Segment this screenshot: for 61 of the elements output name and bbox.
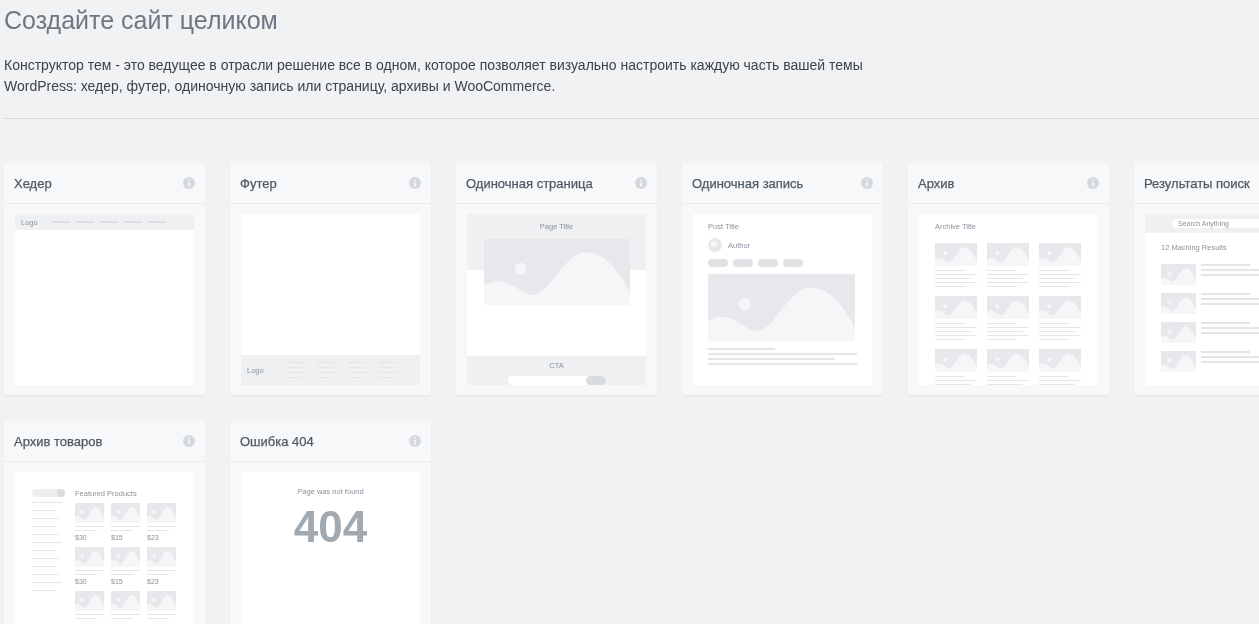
info-icon bbox=[409, 435, 421, 447]
card-title: Архив bbox=[918, 175, 955, 191]
card-title: Архив товаров bbox=[14, 433, 103, 449]
landscape-placeholder-drawing bbox=[75, 503, 104, 523]
avatar-icon bbox=[708, 238, 722, 252]
landscape-placeholder-drawing bbox=[1161, 264, 1196, 285]
text-lines-drawing bbox=[111, 570, 140, 575]
text-lines-drawing bbox=[111, 526, 140, 531]
landscape-placeholder-drawing bbox=[935, 243, 977, 266]
text-lines-drawing bbox=[1039, 323, 1081, 340]
landscape-placeholder-drawing bbox=[111, 503, 140, 523]
page-title: Создайте сайт целиком bbox=[4, 5, 279, 35]
text-lines-drawing bbox=[1201, 264, 1259, 276]
landscape-placeholder-drawing bbox=[1039, 296, 1081, 319]
card-title: Результаты поиск bbox=[1144, 175, 1250, 191]
landscape-placeholder-drawing bbox=[111, 591, 140, 611]
card-title: Хедер bbox=[14, 175, 52, 191]
card-title: Ошибка 404 bbox=[240, 433, 314, 449]
text-lines-drawing bbox=[987, 323, 1029, 340]
info-icon bbox=[1087, 177, 1099, 189]
landscape-placeholder-drawing bbox=[987, 296, 1029, 319]
error-code-text: 404 bbox=[293, 503, 368, 551]
landscape-placeholder-drawing bbox=[1039, 243, 1081, 266]
text-lines-drawing bbox=[1201, 293, 1259, 305]
landscape-placeholder-drawing bbox=[1161, 293, 1196, 314]
text-lines-drawing bbox=[1201, 322, 1259, 334]
landscape-placeholder-drawing bbox=[1039, 349, 1081, 372]
landscape-placeholder-drawing bbox=[147, 591, 176, 611]
landscape-placeholder-drawing bbox=[987, 349, 1029, 372]
landscape-placeholder-drawing bbox=[111, 547, 140, 567]
sidebar-search-drawing bbox=[32, 489, 65, 497]
landscape-placeholder-drawing bbox=[935, 349, 977, 372]
description-text: Конструктор тем - это ведущее в отрасли решение все в одном, которое позволяет визуально настроить каждую часть вашей темы WordPress: хедер, футер, одиночную запись или страницу, архивы и WooCommerce. bbox=[4, 56, 864, 96]
info-icon bbox=[183, 435, 195, 447]
text-lines-drawing bbox=[935, 323, 977, 340]
text-lines-drawing bbox=[147, 526, 176, 531]
text-lines-drawing bbox=[75, 526, 104, 531]
card-title: Одиночная страница bbox=[466, 175, 593, 191]
landscape-placeholder-drawing bbox=[1161, 351, 1196, 372]
landscape-placeholder-drawing bbox=[147, 547, 176, 567]
text-lines-drawing bbox=[75, 614, 104, 619]
text-lines-drawing bbox=[75, 570, 104, 575]
text-lines-drawing bbox=[1039, 270, 1081, 287]
landscape-placeholder-drawing bbox=[987, 243, 1029, 266]
card-title: Одиночная запись bbox=[692, 175, 804, 191]
text-lines-drawing bbox=[147, 570, 176, 575]
card-title: Футер bbox=[240, 175, 277, 191]
text-lines-drawing bbox=[935, 270, 977, 287]
landscape-placeholder-drawing bbox=[75, 547, 104, 567]
landscape-placeholder-drawing bbox=[1161, 322, 1196, 343]
info-icon bbox=[409, 177, 421, 189]
landscape-placeholder-drawing bbox=[75, 591, 104, 611]
text-lines-drawing bbox=[987, 270, 1029, 287]
text-lines-drawing bbox=[1201, 351, 1259, 363]
info-icon bbox=[635, 177, 647, 189]
text-lines-drawing bbox=[147, 614, 176, 619]
landscape-placeholder-drawing bbox=[935, 296, 977, 319]
info-icon bbox=[183, 177, 195, 189]
landscape-placeholder-drawing bbox=[147, 503, 176, 523]
info-icon bbox=[861, 177, 873, 189]
text-lines-drawing bbox=[111, 614, 140, 619]
